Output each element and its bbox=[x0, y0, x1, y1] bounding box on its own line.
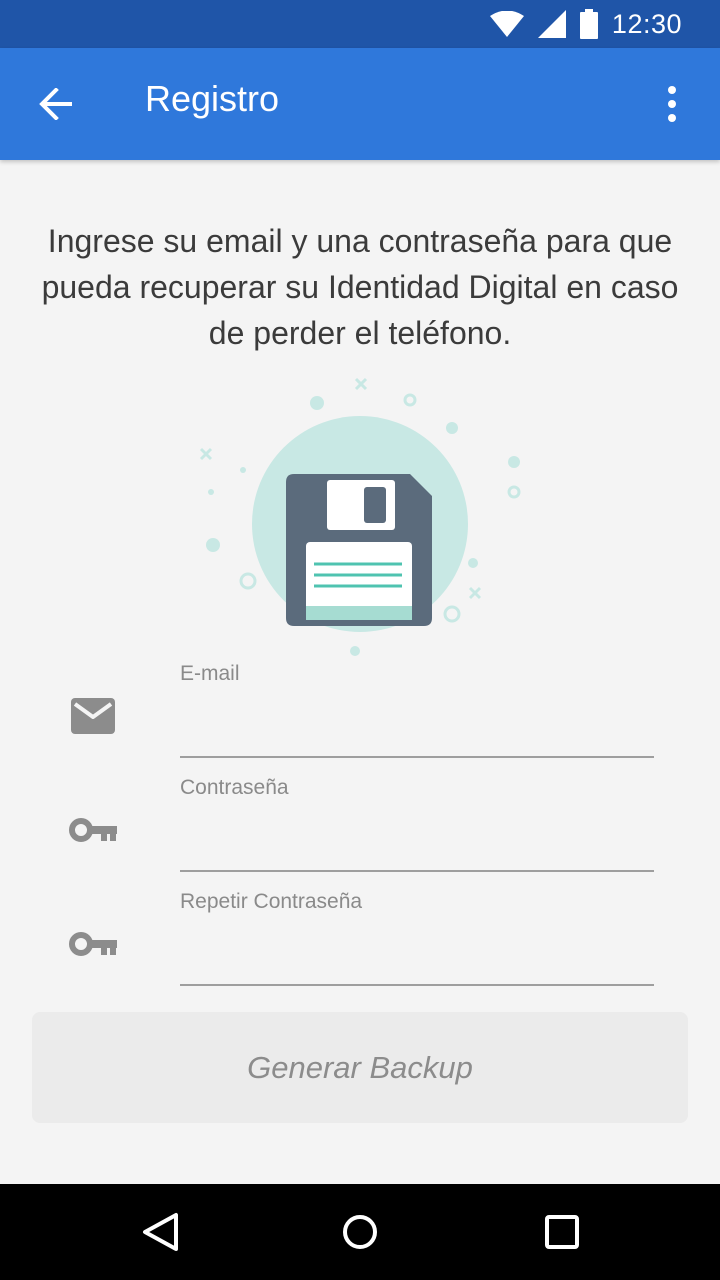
floppy-disk-icon bbox=[286, 474, 432, 626]
system-nav-bar bbox=[0, 1184, 720, 1280]
password-field-group: Contraseña bbox=[0, 764, 720, 878]
email-input[interactable] bbox=[180, 690, 654, 758]
repeat-password-field-group: Repetir Contraseña bbox=[0, 878, 720, 992]
email-field-group: E-mail bbox=[0, 650, 720, 764]
signal-icon bbox=[537, 10, 566, 38]
key-icon bbox=[68, 922, 118, 966]
backup-form: E-mail Contraseña Repetir Contraseña bbox=[0, 650, 720, 992]
generate-backup-button[interactable]: Generar Backup bbox=[32, 1012, 688, 1123]
email-label: E-mail bbox=[180, 662, 240, 685]
password-input[interactable] bbox=[180, 804, 654, 872]
key-icon bbox=[68, 808, 118, 852]
back-button[interactable] bbox=[32, 80, 80, 128]
more-vert-icon bbox=[668, 86, 676, 122]
status-icons bbox=[489, 9, 598, 39]
clock: 12:30 bbox=[611, 8, 682, 39]
nav-back-button[interactable] bbox=[136, 1208, 184, 1256]
arrow-back-icon bbox=[39, 88, 72, 120]
floppy-disk-illustration bbox=[199, 377, 521, 656]
overflow-menu-button[interactable] bbox=[648, 80, 696, 128]
page-title: Registro bbox=[145, 78, 280, 119]
nav-back-icon bbox=[143, 1213, 178, 1251]
nav-recents-button[interactable] bbox=[538, 1208, 586, 1256]
repeat-password-label: Repetir Contraseña bbox=[180, 890, 363, 913]
intro-text: Ingrese su email y una contraseña para q… bbox=[41, 223, 679, 351]
status-bar: 12:30 bbox=[0, 0, 720, 48]
wifi-icon bbox=[489, 11, 524, 37]
nav-home-icon bbox=[343, 1215, 377, 1249]
repeat-password-input[interactable] bbox=[180, 918, 654, 986]
nav-recents-icon bbox=[545, 1215, 579, 1249]
nav-home-button[interactable] bbox=[336, 1208, 384, 1256]
password-label: Contraseña bbox=[180, 776, 289, 799]
app-bar: Registro bbox=[0, 48, 720, 160]
battery-icon bbox=[579, 9, 598, 39]
mail-icon bbox=[68, 694, 118, 738]
